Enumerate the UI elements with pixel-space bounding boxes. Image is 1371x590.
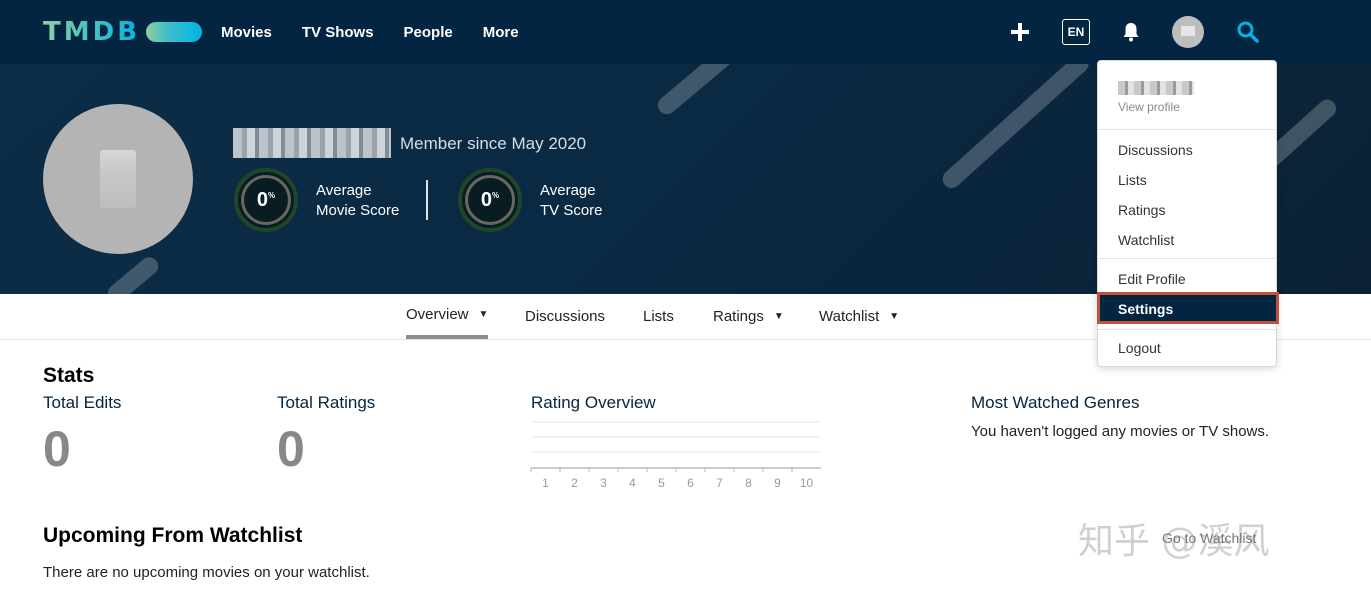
logo-text: TMDB xyxy=(43,17,141,47)
total-ratings-value: 0 xyxy=(277,421,305,477)
upcoming-empty-message: There are no upcoming movies on your wat… xyxy=(43,564,370,581)
x-tick-label-8: 8 xyxy=(745,476,752,490)
nav-more[interactable]: More xyxy=(483,24,519,41)
tmdb-logo[interactable]: TMDB xyxy=(43,17,203,47)
percent-sign: % xyxy=(268,190,276,200)
tab-label: Ratings xyxy=(713,307,764,325)
upcoming-title: Upcoming From Watchlist xyxy=(43,524,303,547)
x-tick-label-2: 2 xyxy=(571,476,578,490)
tv-score-label-line1: Average xyxy=(540,182,596,199)
stats-title: Stats xyxy=(43,364,95,387)
x-tick-label-4: 4 xyxy=(629,476,636,490)
total-edits-value: 0 xyxy=(43,421,71,477)
caret-down-icon: ▼ xyxy=(889,310,900,322)
genres-empty-message: You haven't logged any movies or TV show… xyxy=(971,423,1270,440)
view-profile-link[interactable]: View profile xyxy=(1118,100,1180,114)
tab-discussions[interactable]: Discussions xyxy=(525,294,605,338)
member-since: Member since May 2020 xyxy=(400,134,587,153)
user-avatar[interactable] xyxy=(1172,16,1204,48)
search-icon[interactable] xyxy=(1236,20,1260,44)
movie-score-label-line1: Average xyxy=(316,182,372,199)
tab-ratings[interactable]: Ratings ▼ xyxy=(713,294,784,338)
profile-dropdown-menu: View profile Discussions Lists Ratings W… xyxy=(1097,60,1279,367)
logo-pill xyxy=(146,22,203,42)
avatar-image xyxy=(100,150,136,208)
dropdown-item-lists[interactable]: Lists xyxy=(1118,172,1147,188)
nav-movies[interactable]: Movies xyxy=(221,24,272,41)
nav-tv-shows[interactable]: TV Shows xyxy=(302,24,374,41)
most-watched-genres-title: Most Watched Genres xyxy=(971,393,1140,412)
caret-down-icon: ▼ xyxy=(773,310,784,322)
nav-people[interactable]: People xyxy=(404,24,453,41)
tab-lists[interactable]: Lists xyxy=(643,294,674,338)
movie-score-value: 0 xyxy=(256,188,268,211)
dropdown-item-watchlist[interactable]: Watchlist xyxy=(1118,232,1174,248)
avatar-image xyxy=(1181,26,1195,36)
profile-avatar[interactable] xyxy=(43,104,193,254)
dropdown-item-discussions[interactable]: Discussions xyxy=(1118,142,1193,158)
total-ratings-label: Total Ratings xyxy=(277,393,376,412)
x-tick-label-10: 10 xyxy=(800,476,814,490)
x-tick-label-3: 3 xyxy=(600,476,607,490)
decorative-stripe xyxy=(938,64,1093,192)
tv-score-value: 0 xyxy=(480,188,492,211)
language-button[interactable]: EN xyxy=(1062,19,1090,45)
movie-score-label-line2: Movie Score xyxy=(316,202,400,219)
dropdown-item-logout[interactable]: Logout xyxy=(1118,340,1161,356)
tv-score-label: Average TV Score xyxy=(540,181,603,221)
tv-score-ring: 0% xyxy=(458,168,522,232)
tv-score-label-line2: TV Score xyxy=(540,202,603,219)
percent-sign: % xyxy=(492,190,500,200)
nav-links: Movies TV Shows People More xyxy=(221,0,549,64)
x-tick-label-7: 7 xyxy=(716,476,723,490)
tab-label: Overview xyxy=(406,306,469,323)
movie-score-label: Average Movie Score xyxy=(316,181,399,221)
dropdown-divider xyxy=(1098,258,1276,259)
settings-label: Settings xyxy=(1118,301,1174,317)
total-edits-label: Total Edits xyxy=(43,393,122,412)
dropdown-divider xyxy=(1098,129,1276,130)
x-tick-label-1: 1 xyxy=(542,476,549,490)
dropdown-item-edit-profile[interactable]: Edit Profile xyxy=(1118,271,1186,287)
x-tick-label-9: 9 xyxy=(774,476,781,490)
dropdown-username-redacted xyxy=(1118,81,1194,95)
top-navbar: TMDB Movies TV Shows People More EN xyxy=(0,0,1371,64)
rating-overview-title: Rating Overview xyxy=(531,393,656,412)
watermark: 知乎 @溪风 xyxy=(1078,521,1270,562)
bell-icon[interactable] xyxy=(1121,21,1141,43)
tab-watchlist[interactable]: Watchlist ▼ xyxy=(819,294,899,338)
dropdown-item-settings[interactable]: Settings xyxy=(1097,292,1279,324)
tab-overview[interactable]: Overview ▼ xyxy=(406,294,489,339)
x-tick-label-6: 6 xyxy=(687,476,694,490)
username-redacted xyxy=(233,128,391,158)
dropdown-divider xyxy=(1098,329,1276,330)
rating-overview-chart: 1 2 3 4 5 6 7 8 9 10 xyxy=(530,421,821,490)
caret-down-icon: ▼ xyxy=(478,309,489,320)
decorative-stripe xyxy=(654,64,751,118)
tab-label: Discussions xyxy=(525,307,606,325)
tab-label: Watchlist xyxy=(819,307,880,325)
plus-icon[interactable] xyxy=(1010,22,1030,42)
tab-label: Lists xyxy=(643,307,674,325)
x-tick-label-5: 5 xyxy=(658,476,665,490)
dropdown-item-ratings[interactable]: Ratings xyxy=(1118,202,1165,218)
decorative-stripe xyxy=(104,253,162,294)
score-divider xyxy=(426,180,428,220)
movie-score-ring: 0% xyxy=(234,168,298,232)
